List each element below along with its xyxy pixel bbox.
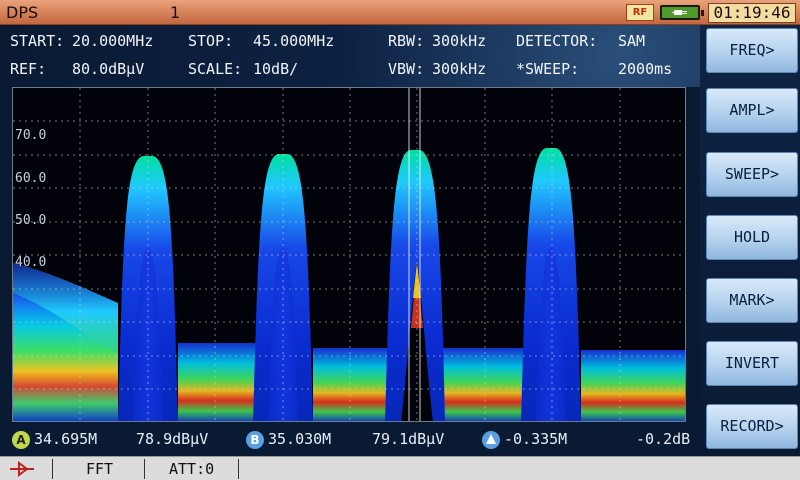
parameter-header: START: 20.000MHz STOP: 45.000MHz RBW: 30… [0, 25, 700, 87]
delta-level: -0.2dB [636, 430, 691, 448]
status-bar: FFT ATT:0 [0, 456, 800, 480]
start-label: START: [10, 32, 65, 50]
battery-charging-icon [660, 5, 704, 20]
marker-readout: A 34.695M 78.9dBμV B 35.030M 79.1dBμV -0… [0, 422, 700, 456]
sweep-value[interactable]: 2000ms [618, 60, 672, 78]
scale-label: SCALE: [188, 60, 243, 78]
y-tick-60: 60.0 [15, 171, 47, 186]
stop-label: STOP: [188, 32, 234, 50]
hold-softkey[interactable]: HOLD [706, 215, 798, 260]
y-tick-50: 50.0 [15, 213, 47, 228]
persistence-spectrum [13, 88, 685, 421]
ampl-softkey[interactable]: AMPL> [706, 88, 798, 133]
invert-softkey[interactable]: INVERT [706, 341, 798, 386]
stop-value[interactable]: 45.000MHz [253, 32, 334, 50]
detector-label: DETECTOR: [516, 32, 598, 50]
sweep-label: *SWEEP: [516, 60, 580, 78]
vbw-value[interactable]: 300kHz [432, 60, 486, 78]
y-tick-40: 40.0 [15, 255, 47, 270]
rbw-label: RBW: [388, 32, 425, 50]
status-separator [52, 459, 53, 479]
y-tick-70: 70.0 [15, 128, 47, 143]
clock: 01:19:46 [708, 3, 796, 23]
start-value[interactable]: 20.000MHz [72, 32, 153, 50]
delta-frequency: -0.335M [504, 430, 568, 448]
vbw-label: VBW: [388, 60, 425, 78]
marker-b-level: 79.1dBμV [372, 430, 445, 448]
status-separator [238, 459, 239, 479]
title-bar: DPS 1 RF 01:19:46 [0, 0, 800, 25]
sweep-softkey[interactable]: SWEEP> [706, 152, 798, 197]
mark-softkey[interactable]: MARK> [706, 278, 798, 323]
marker-a-icon[interactable]: A [12, 431, 30, 449]
softkey-panel: FREQ> AMPL> SWEEP> HOLD MARK> INVERT REC… [700, 25, 800, 456]
ref-value[interactable]: 80.0dBμV [72, 60, 144, 78]
spectrum-display[interactable]: 70.0 60.0 50.0 40.0 [12, 87, 686, 422]
delta-triangle-icon[interactable] [482, 431, 500, 449]
marker-b-frequency: 35.030M [268, 430, 332, 448]
page-number: 1 [170, 3, 181, 22]
rf-input-icon [10, 461, 34, 477]
ref-label: REF: [10, 60, 47, 78]
freq-softkey[interactable]: FREQ> [706, 28, 798, 73]
detector-value[interactable]: SAM [618, 32, 645, 50]
record-softkey[interactable]: RECORD> [706, 404, 798, 449]
app-title: DPS [6, 3, 39, 22]
marker-a-frequency: 34.695M [34, 430, 98, 448]
status-separator [144, 459, 145, 479]
marker-b-icon[interactable]: B [246, 431, 264, 449]
mode-label: FFT [86, 460, 114, 478]
rf-indicator-icon: RF [626, 4, 654, 21]
attenuation-label: ATT:0 [169, 460, 215, 478]
marker-a-level: 78.9dBμV [136, 430, 209, 448]
scale-value[interactable]: 10dB/ [253, 60, 298, 78]
rbw-value[interactable]: 300kHz [432, 32, 486, 50]
